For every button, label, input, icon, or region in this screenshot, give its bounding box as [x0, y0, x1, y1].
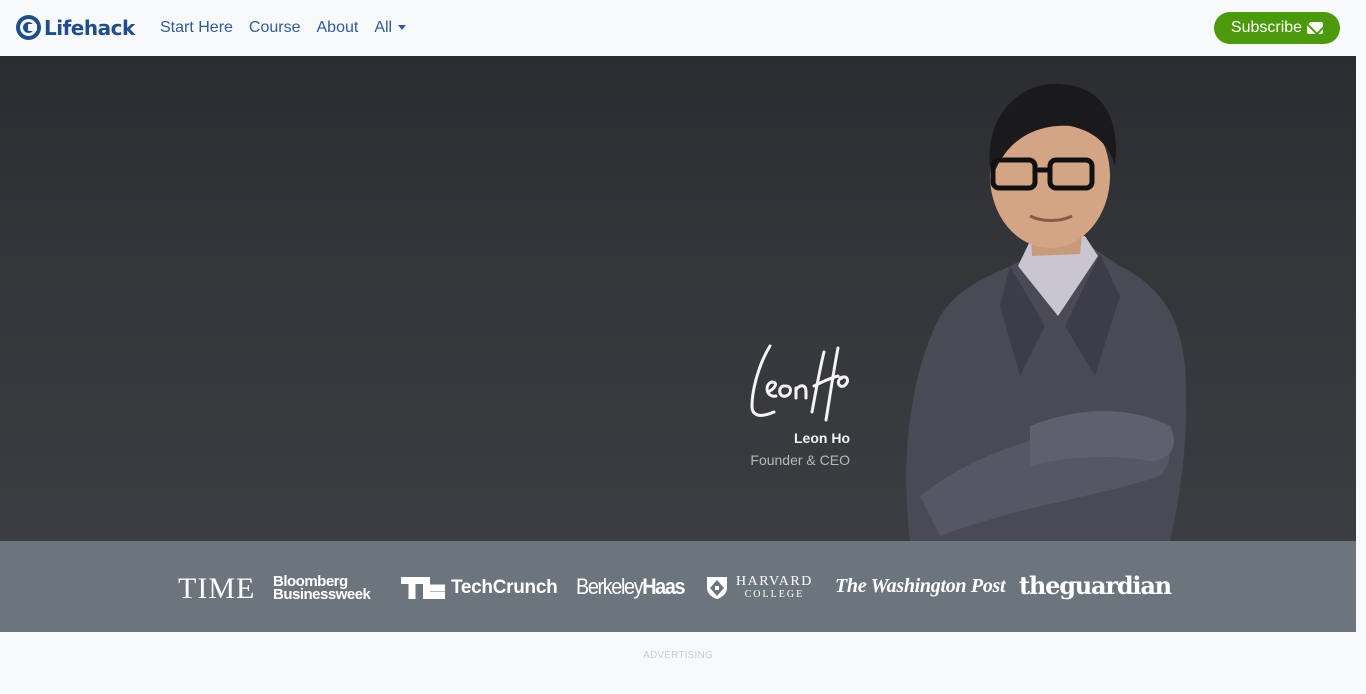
- harvard-shield-icon: [707, 577, 727, 599]
- founder-portrait: [906, 83, 1187, 541]
- subscribe-label: Subscribe: [1230, 19, 1303, 36]
- nav-all-label: All: [374, 19, 393, 36]
- brand-name: Lifehack: [44, 15, 135, 40]
- guardian-logo: theguardian: [1019, 571, 1172, 600]
- lifehack-logo[interactable]: Lifehack: [16, 15, 135, 40]
- nav-all-dropdown[interactable]: All: [366, 19, 414, 37]
- techcrunch-mark-icon: [401, 577, 445, 599]
- techcrunch-logo: TechCrunch: [401, 577, 558, 599]
- washington-post-logo: The Washington Post: [835, 575, 1006, 597]
- lifehack-logo-icon: [16, 15, 41, 40]
- person-name: Leon Ho: [794, 430, 850, 446]
- time-logo: TIME: [178, 572, 256, 605]
- haas-text: Haas: [642, 574, 685, 599]
- signature-image: [750, 344, 849, 422]
- bloomberg-line2: Businessweek: [273, 586, 371, 603]
- bloomberg-businessweek-logo: Bloomberg Businessweek: [273, 574, 371, 603]
- person-title: Founder & CEO: [750, 452, 850, 468]
- harvard-line2: COLLEGE: [744, 589, 805, 600]
- harvard-line1: HARVARD: [736, 574, 813, 589]
- hero-banner: Leon Ho Founder & CEO: [0, 56, 1356, 541]
- nav-start-here[interactable]: Start Here: [152, 19, 241, 37]
- harvard-text: HARVARD COLLEGE: [736, 575, 813, 601]
- advertising-label: ADVERTISING: [643, 650, 713, 661]
- nav-course[interactable]: Course: [241, 19, 309, 37]
- nav-links: Start Here Course About All: [152, 0, 414, 56]
- harvard-college-logo: HARVARD COLLEGE: [706, 575, 813, 601]
- subscribe-button[interactable]: Subscribe: [1214, 12, 1340, 44]
- caret-down-icon: [398, 25, 407, 31]
- envelope-icon: [1307, 22, 1324, 34]
- berkeley-haas-logo: BerkeleyHaas: [576, 574, 686, 600]
- berkeley-text: Berkeley: [576, 574, 644, 599]
- nav-about[interactable]: About: [309, 19, 367, 37]
- techcrunch-text: TechCrunch: [451, 577, 558, 598]
- top-navbar: Lifehack Start Here Course About All Sub…: [0, 0, 1366, 56]
